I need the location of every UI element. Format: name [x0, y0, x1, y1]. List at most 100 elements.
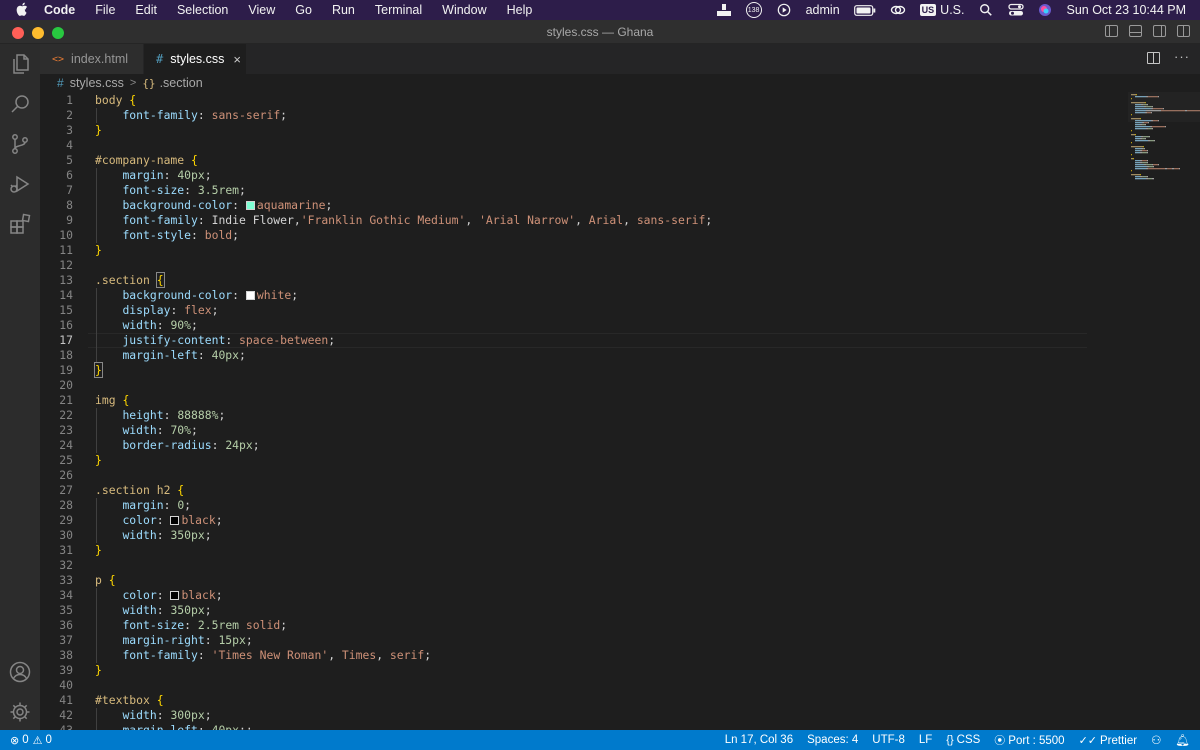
line-number[interactable]: 7 [40, 183, 73, 198]
line-number[interactable]: 42 [40, 708, 73, 723]
code-line[interactable]: 39} [40, 663, 1088, 678]
siri-icon[interactable] [1038, 3, 1052, 17]
line-number[interactable]: 41 [40, 693, 73, 708]
prettier-formatter[interactable]: ✓✓ Prettier [1079, 734, 1138, 747]
control-center-icon[interactable] [1008, 3, 1025, 17]
line-number[interactable]: 10 [40, 228, 73, 243]
code-line[interactable]: 30 width: 350px; [40, 528, 1088, 543]
code-line[interactable]: 43 margin-left: 40px;; [40, 723, 1088, 730]
menu-help[interactable]: Help [497, 3, 543, 17]
line-number[interactable]: 36 [40, 618, 73, 633]
line-number[interactable]: 37 [40, 633, 73, 648]
code-line[interactable]: 19} [40, 362, 1088, 378]
code-line[interactable]: 14 background-color: white; [40, 288, 1088, 303]
link-icon[interactable] [890, 3, 906, 17]
code-line[interactable]: 36 font-size: 2.5rem solid; [40, 618, 1088, 633]
menu-file[interactable]: File [85, 3, 125, 17]
notification-count-badge[interactable]: 138 [745, 2, 762, 18]
more-actions-icon[interactable]: ··· [1174, 50, 1190, 64]
close-tab-icon[interactable]: × [233, 52, 241, 67]
code-line[interactable]: 35 width: 350px; [40, 603, 1088, 618]
code-line[interactable]: 29 color: black; [40, 513, 1088, 528]
line-number[interactable]: 29 [40, 513, 73, 528]
feedback-icon[interactable]: ⚇ [1151, 733, 1161, 747]
play-circle-icon[interactable] [776, 3, 792, 17]
line-number[interactable]: 17 [40, 333, 73, 348]
code-line[interactable]: 37 margin-right: 15px; [40, 633, 1088, 648]
code-line[interactable]: 10 font-style: bold; [40, 228, 1088, 243]
tab-index-html[interactable]: <> index.html [40, 44, 144, 74]
breadcrumb-file[interactable]: styles.css [70, 76, 124, 90]
line-number[interactable]: 15 [40, 303, 73, 318]
line-number[interactable]: 20 [40, 378, 73, 393]
line-number[interactable]: 2 [40, 108, 73, 123]
line-number[interactable]: 21 [40, 393, 73, 408]
line-number[interactable]: 22 [40, 408, 73, 423]
line-number[interactable]: 6 [40, 168, 73, 183]
line-number[interactable]: 34 [40, 588, 73, 603]
line-number[interactable]: 8 [40, 198, 73, 213]
color-swatch[interactable] [170, 591, 180, 600]
line-number[interactable]: 31 [40, 543, 73, 558]
spotlight-search-icon[interactable] [978, 3, 994, 17]
notifications-bell-icon[interactable]: 🔔︎ [1175, 733, 1190, 747]
code-line[interactable]: 34 color: black; [40, 588, 1088, 603]
line-number[interactable]: 14 [40, 288, 73, 303]
code-line[interactable]: 9 font-family: Indie Flower,'Franklin Go… [40, 213, 1088, 228]
line-number[interactable]: 32 [40, 558, 73, 573]
code-line[interactable]: 2 font-family: sans-serif; [40, 108, 1088, 123]
code-line[interactable]: 20 [40, 378, 1088, 393]
line-number[interactable]: 19 [40, 363, 73, 378]
share-tray-icon[interactable] [716, 3, 732, 17]
color-swatch[interactable] [170, 516, 180, 525]
input-source-selector[interactable]: US U.S. [919, 3, 964, 17]
file-encoding[interactable]: UTF-8 [872, 734, 905, 746]
code-line[interactable]: 5 #company-name { [40, 153, 1088, 168]
code-line[interactable]: 4 [40, 138, 1088, 153]
manage-gear-icon[interactable] [8, 700, 32, 724]
line-number[interactable]: 23 [40, 423, 73, 438]
code-line[interactable]: 8 background-color: aquamarine; [40, 198, 1088, 213]
code-line[interactable]: 32 [40, 558, 1088, 573]
code-line[interactable]: 13 .section { [40, 272, 1088, 288]
color-swatch[interactable] [245, 201, 255, 210]
code-line[interactable]: 12 [40, 258, 1088, 273]
code-line[interactable]: 26 [40, 468, 1088, 483]
code-line[interactable]: 6 margin: 40px; [40, 168, 1088, 183]
line-number[interactable]: 5 [40, 153, 73, 168]
code-line[interactable]: 1 body { [40, 93, 1088, 108]
line-number[interactable]: 12 [40, 258, 73, 273]
code-line[interactable]: 33 p { [40, 573, 1088, 588]
line-number[interactable]: 38 [40, 648, 73, 663]
line-number[interactable]: 3 [40, 123, 73, 138]
customize-layout-icon[interactable] [1177, 25, 1190, 37]
menu-edit[interactable]: Edit [125, 3, 167, 17]
code-line[interactable]: 17 justify-content: space-between; [40, 333, 1088, 348]
live-server-port[interactable]: ⦿ Port : 5500 [994, 732, 1064, 748]
code-line[interactable]: 25} [40, 453, 1088, 468]
apple-icon[interactable] [0, 2, 44, 19]
menu-bar-clock[interactable]: Sun Oct 23 10:44 PM [1066, 3, 1186, 17]
line-number[interactable]: 26 [40, 468, 73, 483]
line-number[interactable]: 43 [40, 723, 73, 730]
menu-view[interactable]: View [238, 3, 285, 17]
code-line[interactable]: 18 margin-left: 40px; [40, 348, 1088, 363]
menu-run[interactable]: Run [322, 3, 365, 17]
code-line[interactable]: 3} [40, 123, 1088, 138]
end-of-line[interactable]: LF [919, 734, 932, 746]
line-number[interactable]: 13 [40, 273, 73, 288]
toggle-secondary-sidebar-icon[interactable] [1153, 25, 1166, 37]
language-mode[interactable]: {} CSS [946, 734, 980, 746]
problems-indicator[interactable]: ⊗ 0 ⚠ 0 [0, 734, 52, 747]
indentation[interactable]: Spaces: 4 [807, 734, 858, 746]
search-icon[interactable] [8, 92, 32, 116]
line-number[interactable]: 11 [40, 243, 73, 258]
code-line[interactable]: 7 font-size: 3.5rem; [40, 183, 1088, 198]
menu-window[interactable]: Window [432, 3, 496, 17]
line-number[interactable]: 4 [40, 138, 73, 153]
code-line[interactable]: 42 width: 300px; [40, 708, 1088, 723]
line-number[interactable]: 39 [40, 663, 73, 678]
line-number[interactable]: 30 [40, 528, 73, 543]
line-number[interactable]: 1 [40, 93, 73, 108]
toggle-panel-icon[interactable] [1129, 25, 1142, 37]
